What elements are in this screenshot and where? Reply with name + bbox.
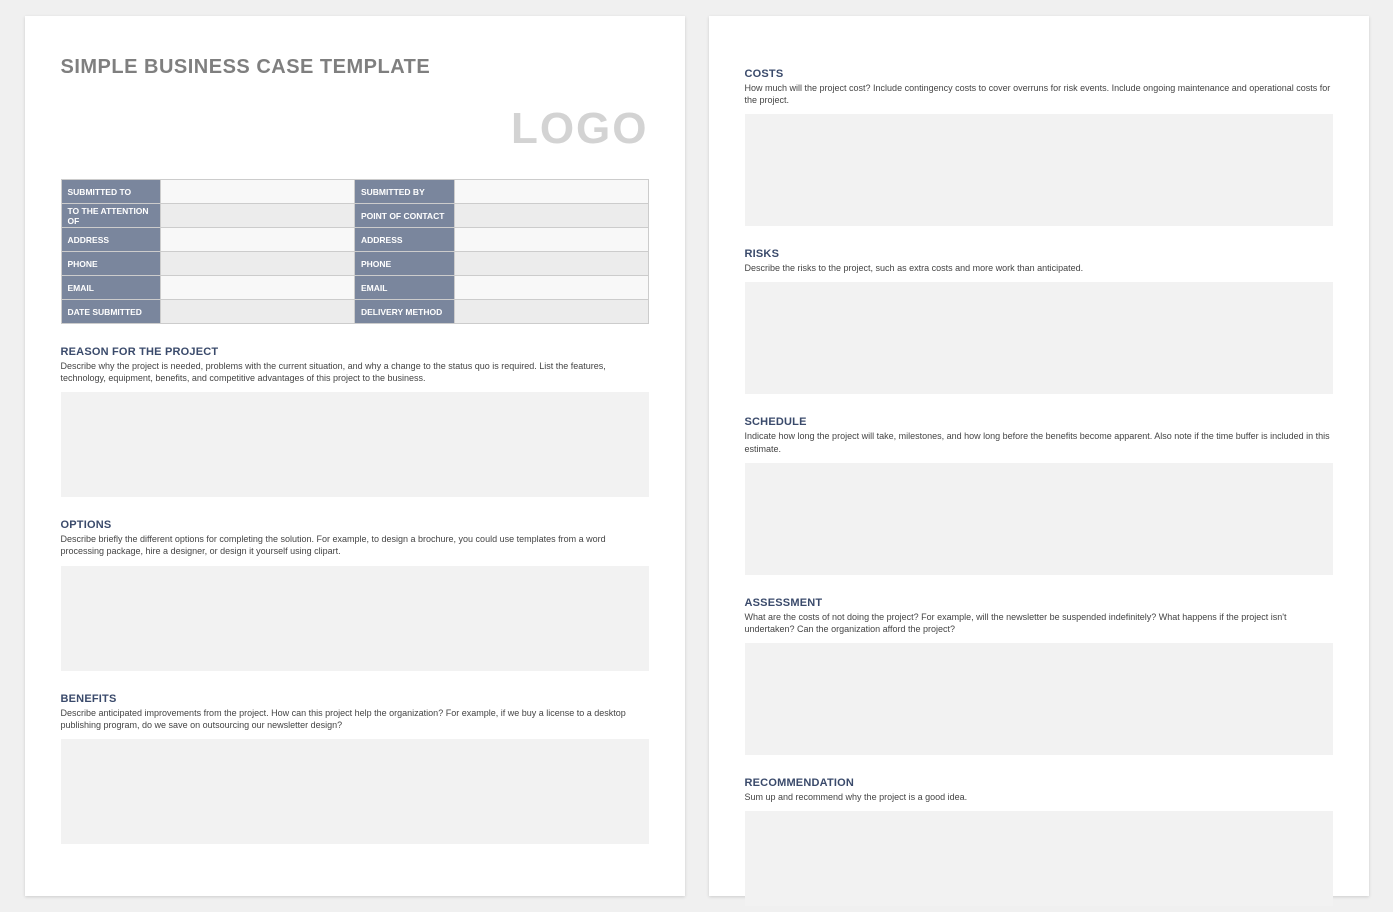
section-title: RISKS [745, 248, 1333, 260]
section-benefits: BENEFITS Describe anticipated improvemen… [61, 693, 649, 844]
section-input-box[interactable] [745, 463, 1333, 575]
label-submitted-by: SUBMITTED BY [354, 180, 454, 204]
value-delivery-method[interactable] [454, 300, 648, 324]
label-delivery-method: DELIVERY METHOD [354, 300, 454, 324]
section-risks: RISKS Describe the risks to the project,… [745, 248, 1333, 394]
value-address-by[interactable] [454, 228, 648, 252]
section-schedule: SCHEDULE Indicate how long the project w… [745, 416, 1333, 574]
section-desc: Describe anticipated improvements from t… [61, 707, 649, 731]
value-email-by[interactable] [454, 276, 648, 300]
table-row: SUBMITTED TO SUBMITTED BY [61, 180, 648, 204]
value-phone-by[interactable] [454, 252, 648, 276]
section-reason: REASON FOR THE PROJECT Describe why the … [61, 346, 649, 497]
table-row: TO THE ATTENTION OF POINT OF CONTACT [61, 204, 648, 228]
section-title: RECOMMENDATION [745, 777, 1333, 789]
section-input-box[interactable] [61, 566, 649, 671]
label-email-to: EMAIL [61, 276, 161, 300]
table-row: PHONE PHONE [61, 252, 648, 276]
section-desc: How much will the project cost? Include … [745, 82, 1333, 106]
section-input-box[interactable] [745, 114, 1333, 226]
logo-placeholder: LOGO [511, 104, 649, 154]
table-row: ADDRESS ADDRESS [61, 228, 648, 252]
section-costs: COSTS How much will the project cost? In… [745, 68, 1333, 226]
section-title: BENEFITS [61, 693, 649, 705]
value-date-submitted[interactable] [161, 300, 355, 324]
section-title: COSTS [745, 68, 1333, 80]
section-input-box[interactable] [745, 811, 1333, 906]
section-title: REASON FOR THE PROJECT [61, 346, 649, 358]
label-address-by: ADDRESS [354, 228, 454, 252]
label-date-submitted: DATE SUBMITTED [61, 300, 161, 324]
submission-info-table: SUBMITTED TO SUBMITTED BY TO THE ATTENTI… [61, 179, 649, 324]
section-options: OPTIONS Describe briefly the different o… [61, 519, 649, 670]
label-point-of-contact: POINT OF CONTACT [354, 204, 454, 228]
value-attention-of[interactable] [161, 204, 355, 228]
value-submitted-by[interactable] [454, 180, 648, 204]
label-attention-of: TO THE ATTENTION OF [61, 204, 161, 228]
section-desc: Describe briefly the different options f… [61, 533, 649, 557]
value-address-to[interactable] [161, 228, 355, 252]
value-point-of-contact[interactable] [454, 204, 648, 228]
section-input-box[interactable] [745, 282, 1333, 394]
section-input-box[interactable] [61, 392, 649, 497]
label-submitted-to: SUBMITTED TO [61, 180, 161, 204]
label-email-by: EMAIL [354, 276, 454, 300]
section-desc: Sum up and recommend why the project is … [745, 791, 1333, 803]
value-phone-to[interactable] [161, 252, 355, 276]
label-address-to: ADDRESS [61, 228, 161, 252]
document-title: SIMPLE BUSINESS CASE TEMPLATE [61, 56, 649, 79]
section-desc: Describe the risks to the project, such … [745, 262, 1333, 274]
value-submitted-to[interactable] [161, 180, 355, 204]
value-email-to[interactable] [161, 276, 355, 300]
section-desc: Describe why the project is needed, prob… [61, 360, 649, 384]
section-title: ASSESSMENT [745, 597, 1333, 609]
label-phone-by: PHONE [354, 252, 454, 276]
section-title: SCHEDULE [745, 416, 1333, 428]
section-desc: Indicate how long the project will take,… [745, 430, 1333, 454]
label-phone-to: PHONE [61, 252, 161, 276]
section-input-box[interactable] [61, 739, 649, 844]
section-assessment: ASSESSMENT What are the costs of not doi… [745, 597, 1333, 755]
table-row: DATE SUBMITTED DELIVERY METHOD [61, 300, 648, 324]
document-page-2: COSTS How much will the project cost? In… [709, 16, 1369, 896]
table-row: EMAIL EMAIL [61, 276, 648, 300]
document-page-1: SIMPLE BUSINESS CASE TEMPLATE LOGO SUBMI… [25, 16, 685, 896]
section-title: OPTIONS [61, 519, 649, 531]
section-desc: What are the costs of not doing the proj… [745, 611, 1333, 635]
section-recommendation: RECOMMENDATION Sum up and recommend why … [745, 777, 1333, 906]
section-input-box[interactable] [745, 643, 1333, 755]
